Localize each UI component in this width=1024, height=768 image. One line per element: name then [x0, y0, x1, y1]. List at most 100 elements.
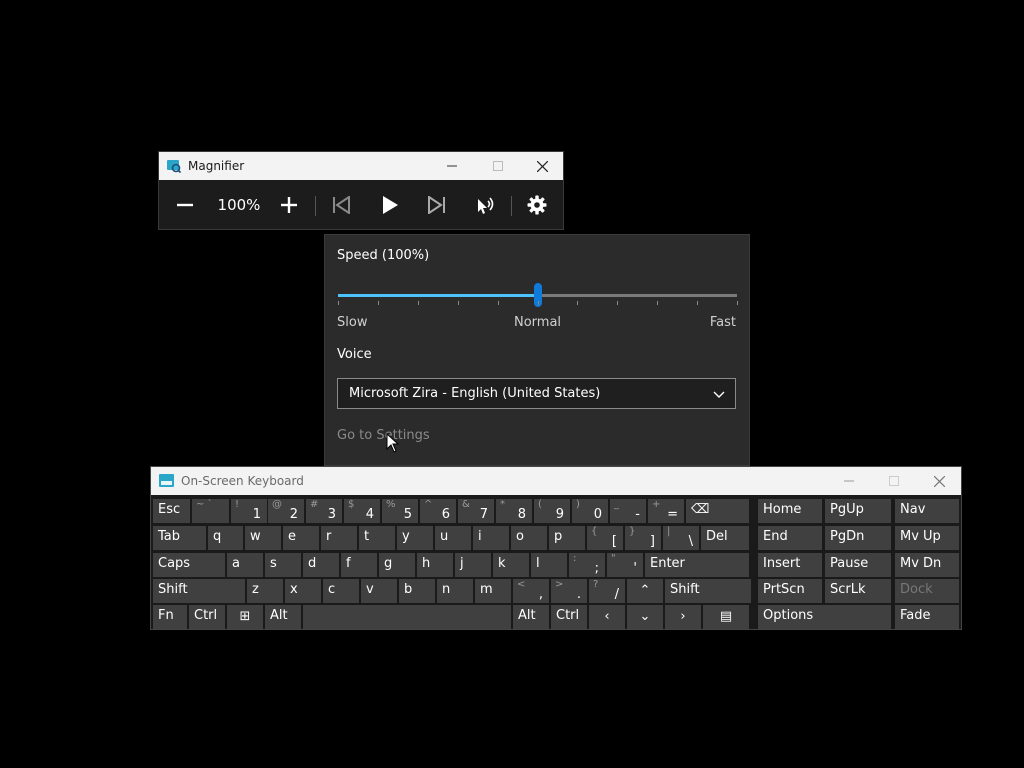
key-n[interactable]: n	[437, 579, 473, 603]
key-fn[interactable]: Fn	[153, 605, 187, 629]
key-q[interactable]: q	[208, 526, 243, 550]
key-u[interactable]: u	[435, 526, 471, 550]
speed-slider[interactable]	[338, 283, 737, 307]
key-o[interactable]: o	[511, 526, 547, 550]
menu-key[interactable]: ▤	[703, 605, 749, 629]
key-4[interactable]: $4	[344, 499, 380, 523]
key-ctrl[interactable]: Ctrl	[551, 605, 587, 629]
key-e[interactable]: e	[283, 526, 319, 550]
key-alt[interactable]: Alt	[265, 605, 301, 629]
key-x[interactable]: x	[285, 579, 321, 603]
zoom-out-button[interactable]	[169, 180, 201, 230]
symbol-key[interactable]: _ -	[610, 499, 646, 523]
key-f[interactable]: f	[341, 553, 377, 577]
symbol-key[interactable]: {[	[587, 526, 623, 550]
previous-sentence-button[interactable]	[325, 180, 357, 230]
magnifier-title-bar[interactable]: Magnifier	[159, 152, 563, 180]
key-d[interactable]: d	[303, 553, 339, 577]
key-l[interactable]: l	[531, 553, 567, 577]
key-r[interactable]: r	[321, 526, 357, 550]
key-enter[interactable]: Enter	[645, 553, 749, 577]
key-options[interactable]: Options	[758, 605, 891, 629]
osk-minimize-button[interactable]	[826, 467, 872, 495]
key-caps[interactable]: Caps	[153, 553, 225, 577]
symbol-key[interactable]: >.	[551, 579, 587, 603]
key-6[interactable]: ^ 6	[420, 499, 456, 523]
key-v[interactable]: v	[361, 579, 397, 603]
key-del[interactable]: Del	[701, 526, 749, 550]
key-j[interactable]: j	[455, 553, 491, 577]
key-shift[interactable]: Shift	[153, 579, 245, 603]
speed-label: Speed (100%)	[337, 248, 430, 263]
down-arrow-key[interactable]: ⌄	[627, 605, 663, 629]
minimize-button[interactable]	[429, 152, 475, 180]
key-0[interactable]: ) 0	[572, 499, 608, 523]
key-scrlk[interactable]: ScrLk	[825, 579, 891, 603]
key-end[interactable]: End	[758, 526, 822, 550]
key-pgdn[interactable]: PgDn	[825, 526, 891, 550]
left-arrow-key[interactable]: ‹	[589, 605, 625, 629]
symbol-key[interactable]: + =	[648, 499, 684, 523]
symbol-key[interactable]: " '	[607, 553, 643, 577]
key-main-label: 8	[517, 507, 526, 522]
windows-key[interactable]: ⊞	[227, 605, 263, 629]
key-tab[interactable]: Tab	[153, 526, 206, 550]
key-esc[interactable]: Esc	[153, 499, 190, 523]
key-prtscn[interactable]: PrtScn	[758, 579, 822, 603]
key-c[interactable]: c	[323, 579, 359, 603]
go-to-settings-link[interactable]: Go to Settings	[337, 428, 430, 443]
key-a[interactable]: a	[227, 553, 263, 577]
symbol-key[interactable]: ~ `	[192, 499, 229, 523]
key-1[interactable]: ! 1	[231, 499, 267, 523]
key-k[interactable]: k	[493, 553, 529, 577]
key-insert[interactable]: Insert	[758, 553, 822, 577]
next-sentence-button[interactable]	[421, 180, 453, 230]
osk-close-button[interactable]	[916, 467, 962, 495]
symbol-key[interactable]: <,	[513, 579, 549, 603]
zoom-in-button[interactable]	[273, 180, 305, 230]
close-button[interactable]	[519, 152, 565, 180]
key-shift[interactable]: Shift	[665, 579, 751, 603]
key-ctrl[interactable]: Ctrl	[189, 605, 225, 629]
key-2[interactable]: @2	[268, 499, 304, 523]
key-m[interactable]: m	[475, 579, 511, 603]
settings-button[interactable]	[521, 180, 553, 230]
key-b[interactable]: b	[399, 579, 435, 603]
key-mvup[interactable]: Mv Up	[895, 526, 959, 550]
key-mvdn[interactable]: Mv Dn	[895, 553, 959, 577]
key-s[interactable]: s	[265, 553, 301, 577]
symbol-key[interactable]: | \	[663, 526, 699, 550]
key-fade[interactable]: Fade	[895, 605, 959, 629]
right-arrow-key[interactable]: ›	[665, 605, 701, 629]
backspace-key[interactable]: ⌫	[686, 499, 749, 523]
key-8[interactable]: * 8	[496, 499, 532, 523]
symbol-key[interactable]: }]	[625, 526, 661, 550]
key-i[interactable]: i	[473, 526, 509, 550]
key-nav[interactable]: Nav	[895, 499, 959, 523]
space-key[interactable]	[303, 605, 511, 629]
symbol-key[interactable]: ? /	[589, 579, 625, 603]
key-home[interactable]: Home	[758, 499, 822, 523]
key-t[interactable]: t	[359, 526, 395, 550]
key-z[interactable]: z	[247, 579, 283, 603]
symbol-key[interactable]: :;	[569, 553, 605, 577]
key-y[interactable]: y	[397, 526, 433, 550]
key-main-label: 5	[403, 507, 412, 522]
key-shift-label: <	[517, 579, 526, 590]
voice-dropdown[interactable]: Microsoft Zira - English (United States)	[337, 378, 736, 409]
key-g[interactable]: g	[379, 553, 415, 577]
key-pause[interactable]: Pause	[825, 553, 891, 577]
read-from-here-button[interactable]	[470, 180, 502, 230]
key-h[interactable]: h	[417, 553, 453, 577]
key-p[interactable]: p	[549, 526, 585, 550]
key-3[interactable]: #3	[306, 499, 342, 523]
up-arrow-key[interactable]: ⌃	[627, 579, 663, 603]
key-9[interactable]: (9	[534, 499, 570, 523]
key-alt[interactable]: Alt	[513, 605, 549, 629]
key-5[interactable]: % 5	[382, 499, 418, 523]
play-button[interactable]	[374, 180, 406, 230]
key-7[interactable]: & 7	[458, 499, 494, 523]
key-pgup[interactable]: PgUp	[825, 499, 891, 523]
key-w[interactable]: w	[245, 526, 281, 550]
osk-title-bar[interactable]: On-Screen Keyboard	[151, 467, 961, 495]
